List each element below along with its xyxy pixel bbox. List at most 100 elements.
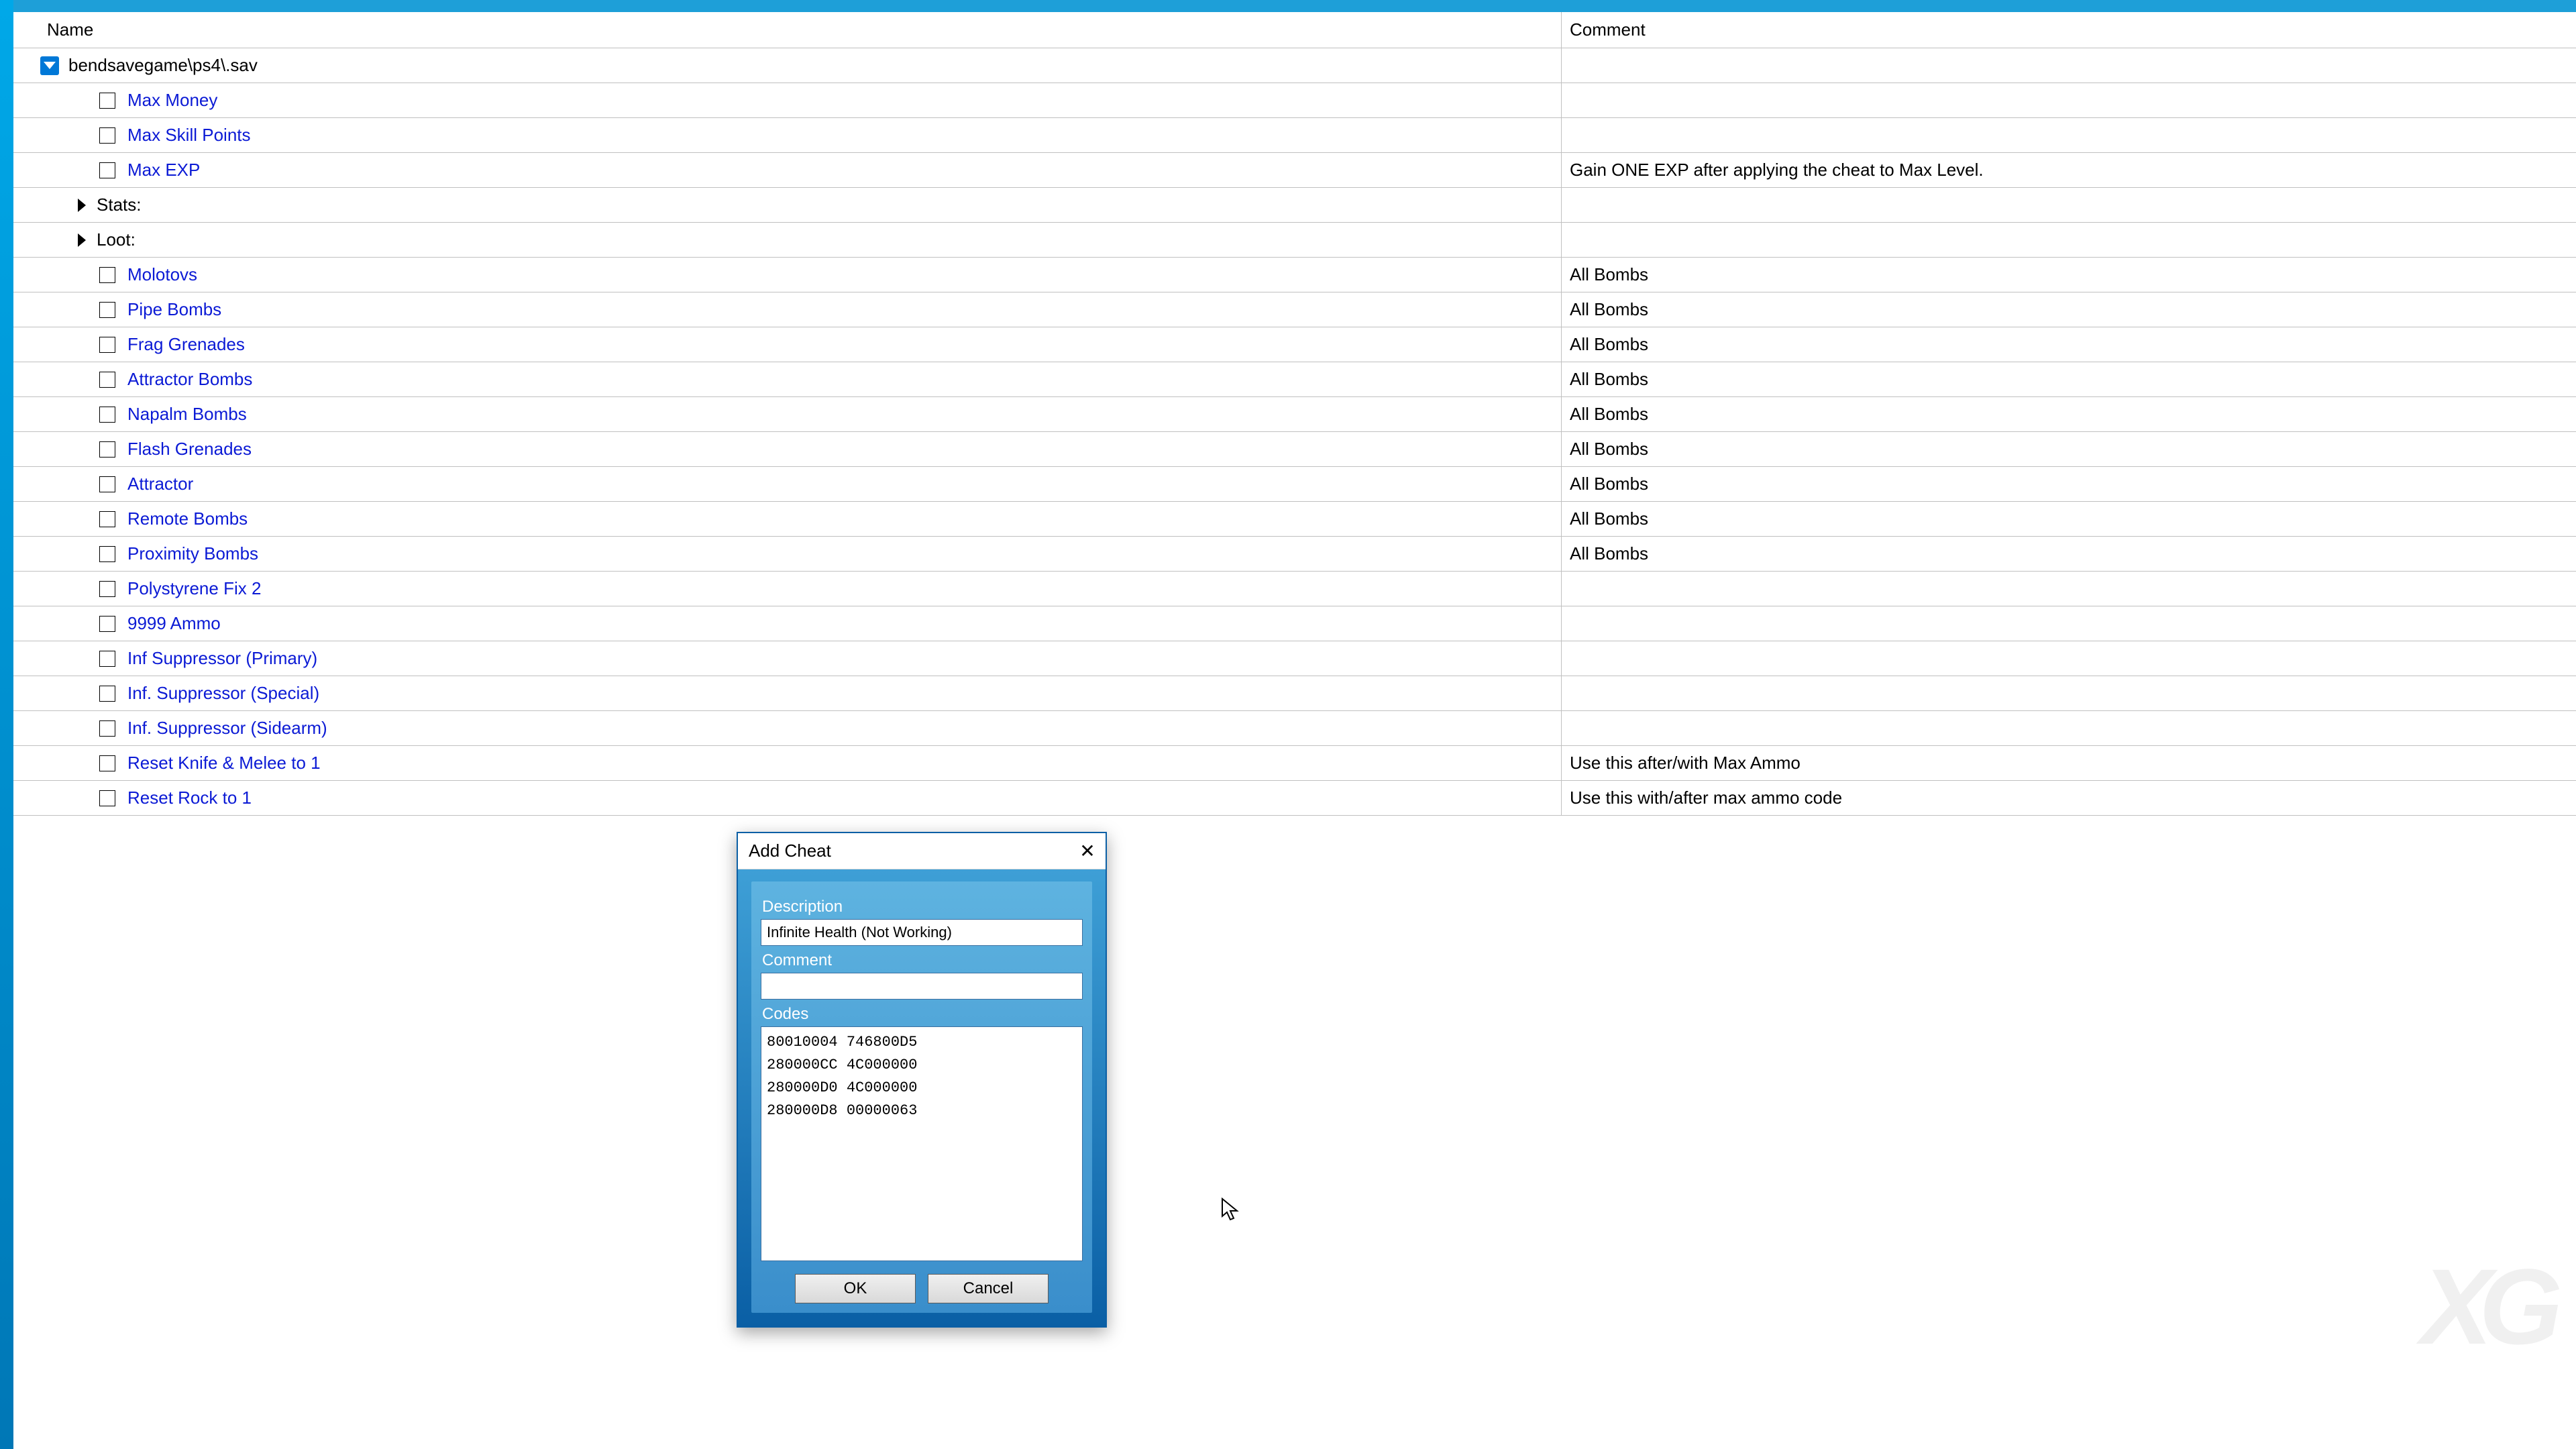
table-row[interactable]: Max Money	[13, 83, 2576, 118]
table-row[interactable]: Max Skill Points	[13, 118, 2576, 153]
cheat-name-link[interactable]: Reset Knife & Melee to 1	[127, 753, 321, 773]
table-header-row: Name Comment	[13, 12, 2576, 48]
tree-group-row[interactable]: Stats:	[13, 188, 2576, 223]
cheat-comment	[1562, 118, 2576, 152]
table-row[interactable]: Polystyrene Fix 2	[13, 572, 2576, 606]
cheat-comment	[1562, 188, 2576, 222]
description-label: Description	[762, 898, 1081, 916]
cheat-checkbox[interactable]	[99, 511, 115, 527]
cheat-checkbox[interactable]	[99, 686, 115, 702]
cheat-comment	[1562, 676, 2576, 710]
group-label: Stats:	[97, 195, 141, 215]
cheat-name-link[interactable]: Remote Bombs	[127, 508, 248, 529]
cheat-checkbox[interactable]	[99, 651, 115, 667]
cheat-comment: All Bombs	[1562, 502, 2576, 536]
cheat-comment: All Bombs	[1562, 467, 2576, 501]
cheat-comment	[1562, 223, 2576, 257]
cheat-name-link[interactable]: Max EXP	[127, 160, 200, 180]
comment-label: Comment	[762, 951, 1081, 970]
expand-icon[interactable]	[78, 233, 86, 247]
column-header-comment[interactable]: Comment	[1562, 12, 2576, 48]
codes-label: Codes	[762, 1005, 1081, 1024]
cheat-comment: Use this after/with Max Ammo	[1562, 746, 2576, 780]
close-icon[interactable]: ✕	[1069, 833, 1106, 869]
expand-collapse-icon[interactable]	[40, 56, 59, 75]
table-row[interactable]: Reset Knife & Melee to 1 Use this after/w…	[13, 746, 2576, 781]
table-row[interactable]: Max EXP Gain ONE EXP after applying the c…	[13, 153, 2576, 188]
table-row[interactable]: Reset Rock to 1 Use this with/after max a…	[13, 781, 2576, 816]
cheat-comment	[1562, 711, 2576, 745]
group-label: Loot:	[97, 229, 136, 250]
cheat-checkbox[interactable]	[99, 581, 115, 597]
cheat-name-link[interactable]: Pipe Bombs	[127, 299, 221, 320]
cheat-checkbox[interactable]	[99, 790, 115, 806]
table-row[interactable]: Remote Bombs All Bombs	[13, 502, 2576, 537]
cheat-name-link[interactable]: Attractor Bombs	[127, 369, 252, 390]
cheat-name-link[interactable]: Inf. Suppressor (Sidearm)	[127, 718, 327, 739]
cheat-checkbox[interactable]	[99, 755, 115, 771]
cheat-checkbox[interactable]	[99, 616, 115, 632]
cheat-checkbox[interactable]	[99, 441, 115, 458]
table-row[interactable]: Molotovs All Bombs	[13, 258, 2576, 292]
cheat-checkbox[interactable]	[99, 337, 115, 353]
cheat-checkbox[interactable]	[99, 127, 115, 144]
tree-root-row[interactable]: bendsavegame\ps4\.sav	[13, 48, 2576, 83]
cheat-name-link[interactable]: Attractor	[127, 474, 193, 494]
table-row[interactable]: 9999 Ammo	[13, 606, 2576, 641]
cheat-checkbox[interactable]	[99, 372, 115, 388]
cheat-checkbox[interactable]	[99, 162, 115, 178]
cheat-comment	[1562, 83, 2576, 117]
cheat-name-link[interactable]: 9999 Ammo	[127, 613, 221, 634]
table-row[interactable]: Napalm Bombs All Bombs	[13, 397, 2576, 432]
expand-icon[interactable]	[78, 199, 86, 212]
dialog-title: Add Cheat	[749, 841, 831, 861]
cheat-name-link[interactable]: Reset Rock to 1	[127, 788, 252, 808]
cheat-comment: Gain ONE EXP after applying the cheat to…	[1562, 153, 2576, 187]
column-header-name[interactable]: Name	[13, 12, 1562, 48]
cheat-name-link[interactable]: Inf. Suppressor (Special)	[127, 683, 319, 704]
cheat-checkbox[interactable]	[99, 546, 115, 562]
table-row[interactable]: Inf. Suppressor (Sidearm)	[13, 711, 2576, 746]
dialog-body: Description Comment Codes OK Cancel	[738, 869, 1106, 1326]
table-row[interactable]: Flash Grenades All Bombs	[13, 432, 2576, 467]
ok-button[interactable]: OK	[795, 1274, 916, 1303]
cheat-checkbox[interactable]	[99, 720, 115, 737]
table-row[interactable]: Attractor BombsAll Bombs	[13, 362, 2576, 397]
cheat-comment: All Bombs	[1562, 258, 2576, 292]
cheat-comment: All Bombs	[1562, 397, 2576, 431]
cheat-comment	[1562, 572, 2576, 606]
table-row[interactable]: Inf Suppressor (Primary)	[13, 641, 2576, 676]
cheat-name-link[interactable]: Inf Suppressor (Primary)	[127, 648, 317, 669]
cheat-checkbox[interactable]	[99, 407, 115, 423]
cheat-comment	[1562, 606, 2576, 641]
cheat-name-link[interactable]: Flash Grenades	[127, 439, 252, 460]
codes-textarea[interactable]	[761, 1026, 1083, 1261]
cheat-name-link[interactable]: Polystyrene Fix 2	[127, 578, 261, 599]
cheat-comment: All Bombs	[1562, 432, 2576, 466]
cheat-checkbox[interactable]	[99, 267, 115, 283]
cheat-comment: Use this with/after max ammo code	[1562, 781, 2576, 815]
table-row[interactable]: Proximity BombsAll Bombs	[13, 537, 2576, 572]
dialog-titlebar[interactable]: Add Cheat ✕	[738, 833, 1106, 869]
tree-group-row[interactable]: Loot:	[13, 223, 2576, 258]
cheat-name-link[interactable]: Napalm Bombs	[127, 404, 247, 425]
cheat-checkbox[interactable]	[99, 93, 115, 109]
cheat-checkbox[interactable]	[99, 302, 115, 318]
root-label: bendsavegame\ps4\.sav	[68, 55, 258, 76]
cheat-name-link[interactable]: Max Money	[127, 90, 217, 111]
cheat-comment: All Bombs	[1562, 327, 2576, 362]
main-window: Name Comment bendsavegame\ps4\.sav Max M…	[13, 0, 2576, 1449]
table-row[interactable]: Inf. Suppressor (Special)	[13, 676, 2576, 711]
cancel-button[interactable]: Cancel	[928, 1274, 1049, 1303]
cheat-name-link[interactable]: Max Skill Points	[127, 125, 251, 146]
cheat-name-link[interactable]: Frag Grenades	[127, 334, 245, 355]
cheat-name-link[interactable]: Proximity Bombs	[127, 543, 258, 564]
table-row[interactable]: Pipe BombsAll Bombs	[13, 292, 2576, 327]
cheat-table: Name Comment bendsavegame\ps4\.sav Max M…	[13, 12, 2576, 1449]
cheat-name-link[interactable]: Molotovs	[127, 264, 197, 285]
table-row[interactable]: Attractor All Bombs	[13, 467, 2576, 502]
table-row[interactable]: Frag Grenades All Bombs	[13, 327, 2576, 362]
cheat-checkbox[interactable]	[99, 476, 115, 492]
comment-input[interactable]	[761, 973, 1083, 1000]
description-input[interactable]	[761, 919, 1083, 946]
